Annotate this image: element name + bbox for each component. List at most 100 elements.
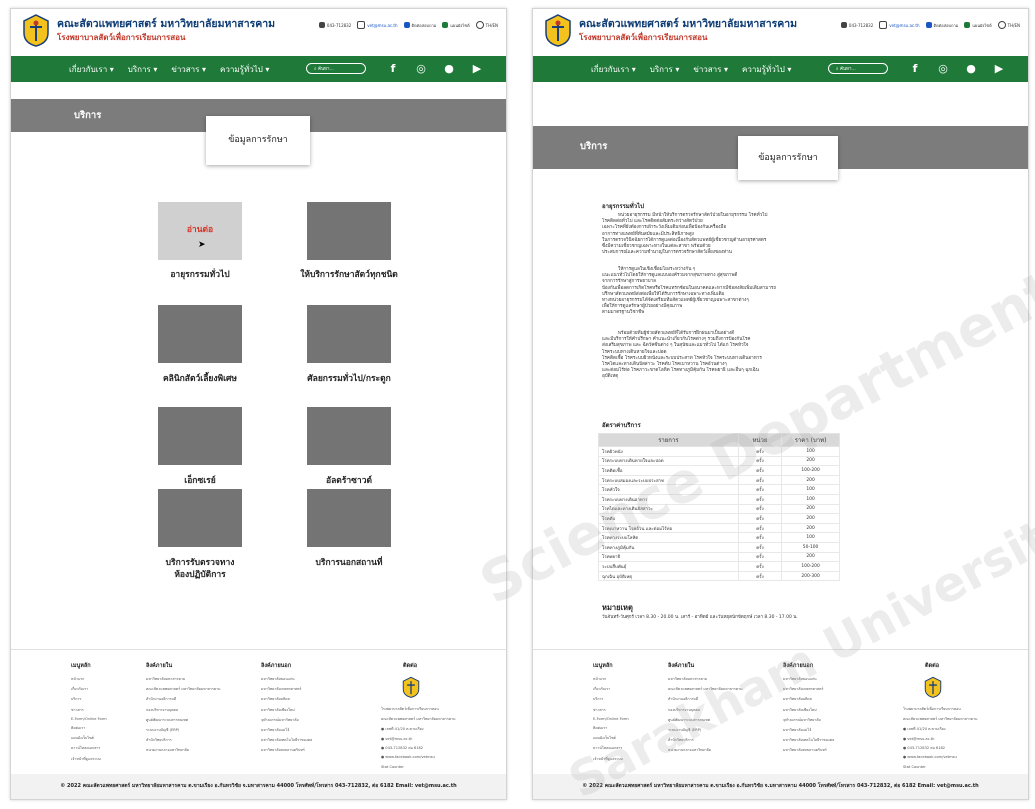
header-email[interactable]: vet@msu.ac.th <box>367 23 397 28</box>
line-icon[interactable]: ● <box>963 61 979 77</box>
footer-link[interactable]: คณะสัตวแพทยศาสตร์ มหาวิทยาลัยมหาสารคาม <box>668 686 743 692</box>
footer-link[interactable]: หน่วยงานกลางมหาวิทยาลัย <box>668 747 743 753</box>
footer-link[interactable]: มหาวิทยาลัยเทคโนโลยีราชมงคล <box>261 737 312 743</box>
instagram-icon[interactable]: ◎ <box>413 61 429 77</box>
service-label[interactable]: อัลตร้าซาวด์ <box>264 473 434 487</box>
footer-link[interactable]: มหาวิทยาลัยขอนแก่น <box>783 676 834 682</box>
nav-knowledge[interactable]: ความรู้ทั่วไป ▾ <box>742 63 791 76</box>
service-card-general-medicine[interactable]: อ่านต่อ ➤ <box>158 202 242 260</box>
footer-link[interactable]: มหาวิทยาลัยเชียงใหม่ <box>783 707 834 713</box>
facebook-icon[interactable]: f <box>385 61 401 77</box>
footer-link[interactable]: สำนักงานอธิการบดี <box>146 696 221 702</box>
site-title[interactable]: คณะสัตวแพทยศาสตร์ มหาวิทยาลัยมหาสารคาม <box>579 15 797 32</box>
footer-link[interactable]: ติดต่อเรา <box>71 725 107 731</box>
footer-link[interactable]: เจ้าหน้าที่ดูแลระบบ <box>593 756 629 762</box>
footer-link[interactable]: หน่วยงานกลางมหาวิทยาลัย <box>146 747 221 753</box>
footer-link[interactable]: E-Form/Online Form <box>593 717 629 721</box>
service-label[interactable]: คลินิกสัตว์เลี้ยงพิเศษ <box>115 371 285 385</box>
nav-services[interactable]: บริการ ▾ <box>128 63 158 76</box>
language-switch[interactable]: TH/EN <box>1008 23 1020 28</box>
service-card-onsite[interactable] <box>307 489 391 547</box>
footer-link[interactable]: มหาวิทยาลัยมหิดล <box>783 696 834 702</box>
footer-link[interactable]: ดาวน์โหลดเอกสาร <box>593 745 629 751</box>
footer-link[interactable]: ระบบงานบัญชี (ERP) <box>668 727 743 733</box>
footer-link[interactable]: สำนักวิทยบริการ <box>146 737 221 743</box>
footer-link[interactable]: ระบบงานบัญชี (ERP) <box>146 727 221 733</box>
header-email[interactable]: vet@msu.ac.th <box>889 23 919 28</box>
service-label-line2[interactable]: ห้องปฏิบัติการ <box>115 567 285 581</box>
footer-link[interactable]: เกี่ยวกับเรา <box>71 686 107 692</box>
footer-link[interactable]: กองบริหารงานบุคคล <box>146 707 221 713</box>
footer-link[interactable]: ข่าวสาร <box>71 707 107 713</box>
footer-link[interactable]: มหาวิทยาลัยเกษตรศาสตร์ <box>261 686 312 692</box>
header-contact-link[interactable]: ติดต่อสอบถาม <box>412 22 437 29</box>
nav-about[interactable]: เกี่ยวกับเรา ▾ <box>69 63 114 76</box>
service-label[interactable]: อายุรกรรมทั่วไป <box>115 267 285 281</box>
line-icon[interactable]: ● <box>441 61 457 77</box>
footer-link[interactable]: ศูนย์พัฒนาระบบสารสนเทศ <box>146 717 221 723</box>
footer-link[interactable]: มหาวิทยาลัยเกษตรศาสตร์ <box>783 686 834 692</box>
footer-link[interactable]: เกี่ยวกับเรา <box>593 686 629 692</box>
footer-link[interactable]: ดาวน์โหลดเอกสาร <box>71 745 107 751</box>
footer-link[interactable]: มหาวิทยาลัยมหาสารคาม <box>668 676 743 682</box>
service-label[interactable]: ให้บริการรักษาสัตว์ทุกชนิด <box>264 267 434 281</box>
footer-link[interactable]: มหาวิทยาลัยมหาสารคาม <box>146 676 221 682</box>
footer-link[interactable]: ข่าวสาร <box>593 707 629 713</box>
footer-link[interactable]: ติดต่อเรา <box>593 725 629 731</box>
footer-contact-item[interactable]: ● www.facebook.com/vetmsu <box>903 755 978 759</box>
search-input[interactable]: ⌕ ค้นหา... <box>828 63 888 74</box>
footer-contact-item[interactable]: ● 043-712832 ต่อ 6182 <box>903 745 978 751</box>
service-card-laboratory[interactable] <box>158 489 242 547</box>
youtube-icon[interactable]: ▶ <box>469 61 485 77</box>
service-card-xray[interactable] <box>158 407 242 465</box>
footer-contact-item[interactable]: ● www.facebook.com/vetmsu <box>381 755 456 759</box>
facebook-icon[interactable]: f <box>907 61 923 77</box>
nav-about[interactable]: เกี่ยวกับเรา ▾ <box>591 63 636 76</box>
footer-contact-item[interactable]: ● vet@msu.ac.th <box>381 737 456 741</box>
footer-link[interactable]: มหาวิทยาลัยสงขลานครินทร์ <box>783 747 834 753</box>
footer-link[interactable]: มหาวิทยาลัยเชียงใหม่ <box>261 707 312 713</box>
footer-contact-item[interactable]: ● 043-712832 ต่อ 6182 <box>381 745 456 751</box>
service-label[interactable]: เอ็กซเรย์ <box>115 473 285 487</box>
youtube-icon[interactable]: ▶ <box>991 61 1007 77</box>
footer-link[interactable]: บริการ <box>593 696 629 702</box>
footer-link[interactable]: ศูนย์พัฒนาระบบสารสนเทศ <box>668 717 743 723</box>
search-input[interactable]: ⌕ ค้นหา... <box>306 63 366 74</box>
footer-link[interactable]: หน้าแรก <box>71 676 107 682</box>
footer-link[interactable]: E-Form/Online Form <box>71 717 107 721</box>
service-label[interactable]: บริการนอกสถานที่ <box>264 555 434 569</box>
service-card-exotic-clinic[interactable] <box>158 305 242 363</box>
footer-link[interactable]: มหาวิทยาลัยขอนแก่น <box>261 676 312 682</box>
service-card-ultrasound[interactable] <box>307 407 391 465</box>
footer-link[interactable]: จุฬาลงกรณ์มหาวิทยาลัย <box>783 717 834 723</box>
header-contact-link[interactable]: ติดต่อสอบถาม <box>934 22 959 29</box>
header-sitemap-link[interactable]: แผนผังไซต์ <box>972 22 991 29</box>
footer-link[interactable]: กองบริหารงานบุคคล <box>668 707 743 713</box>
footer-link[interactable]: หน้าแรก <box>593 676 629 682</box>
site-title[interactable]: คณะสัตวแพทยศาสตร์ มหาวิทยาลัยมหาสารคาม <box>57 15 275 32</box>
service-label[interactable]: ศัลยกรรมทั่วไป/กระดูก <box>264 371 434 385</box>
footer-link[interactable]: เจ้าหน้าที่ดูแลระบบ <box>71 756 107 762</box>
footer-link[interactable]: แผนผังเว็บไซต์ <box>71 735 107 741</box>
nav-news[interactable]: ข่าวสาร ▾ <box>171 63 206 76</box>
footer-contact-item[interactable]: ● vet@msu.ac.th <box>903 737 978 741</box>
footer-link[interactable]: สำนักงานอธิการบดี <box>668 696 743 702</box>
service-card-all-animals[interactable] <box>307 202 391 260</box>
footer-link[interactable]: บริการ <box>71 696 107 702</box>
footer-link[interactable]: จุฬาลงกรณ์มหาวิทยาลัย <box>261 717 312 723</box>
footer-link[interactable]: มหาวิทยาลัยสงขลานครินทร์ <box>261 747 312 753</box>
footer-link[interactable]: สำนักวิทยบริการ <box>668 737 743 743</box>
service-card-surgery[interactable] <box>307 305 391 363</box>
header-phone[interactable]: 043-712832 <box>327 23 351 28</box>
header-sitemap-link[interactable]: แผนผังไซต์ <box>450 22 469 29</box>
footer-link[interactable]: มหาวิทยาลัยเทคโนโลยีราชมงคล <box>783 737 834 743</box>
instagram-icon[interactable]: ◎ <box>935 61 951 77</box>
read-more-link[interactable]: อ่านต่อ <box>158 222 242 236</box>
language-switch[interactable]: TH/EN <box>486 23 498 28</box>
footer-link[interactable]: คณะสัตวแพทยศาสตร์ มหาวิทยาลัยมหาสารคาม <box>146 686 221 692</box>
nav-news[interactable]: ข่าวสาร ▾ <box>693 63 728 76</box>
nav-services[interactable]: บริการ ▾ <box>650 63 680 76</box>
nav-knowledge[interactable]: ความรู้ทั่วไป ▾ <box>220 63 269 76</box>
footer-link[interactable]: มหาวิทยาลัยมหิดล <box>261 696 312 702</box>
footer-link[interactable]: มหาวิทยาลัยแม่โจ้ <box>783 727 834 733</box>
